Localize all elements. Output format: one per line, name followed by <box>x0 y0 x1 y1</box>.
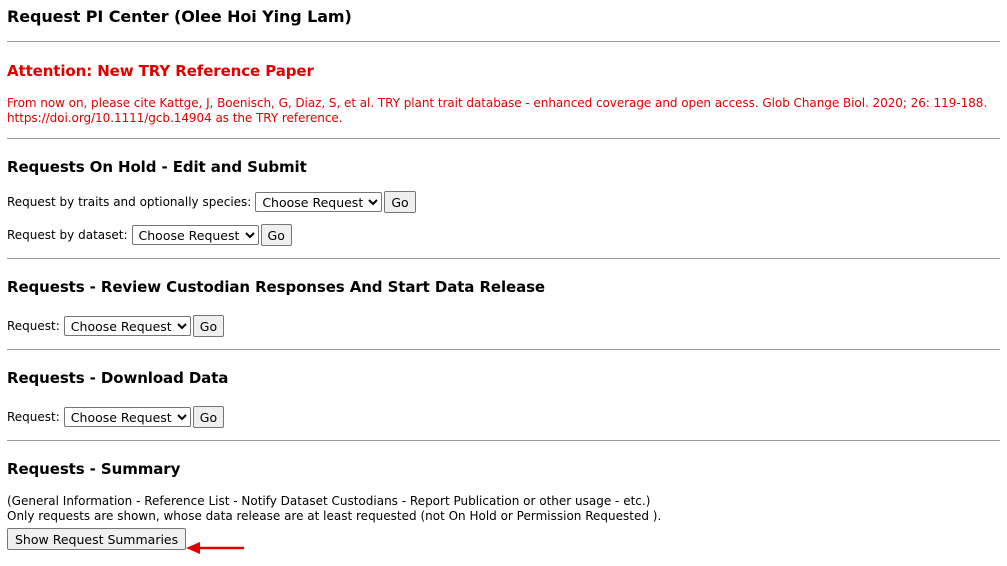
download-request-row: Request: Choose Request Go <box>7 406 1000 428</box>
dataset-request-select[interactable]: Choose Request <box>131 225 259 245</box>
review-request-row: Request: Choose Request Go <box>7 315 1000 337</box>
dataset-go-button[interactable]: Go <box>260 224 292 246</box>
on-hold-heading: Requests On Hold - Edit and Submit <box>7 158 307 176</box>
review-heading: Requests - Review Custodian Responses An… <box>7 278 546 296</box>
traits-request-row: Request by traits and optionally species… <box>7 191 1000 213</box>
download-heading: Requests - Download Data <box>7 369 229 387</box>
page-title: Request PI Center (Olee Hoi Ying Lam) <box>7 7 352 26</box>
download-request-select[interactable]: Choose Request <box>63 407 191 427</box>
summary-info-line: (General Information - Reference List - … <box>7 494 651 508</box>
dataset-request-label: Request by dataset: <box>7 228 128 242</box>
traits-request-select[interactable]: Choose Request <box>255 192 383 212</box>
traits-request-label: Request by traits and optionally species… <box>7 195 252 209</box>
review-request-select[interactable]: Choose Request <box>63 316 191 336</box>
download-go-button[interactable]: Go <box>192 406 225 428</box>
download-request-label: Request: <box>7 410 60 424</box>
summary-heading: Requests - Summary <box>7 460 181 478</box>
dataset-request-row: Request by dataset: Choose Request Go <box>7 224 1000 246</box>
show-request-summaries-button[interactable]: Show Request Summaries <box>7 528 187 550</box>
attention-heading: Attention: New TRY Reference Paper <box>7 62 314 80</box>
red-arrow-icon <box>186 542 244 554</box>
traits-go-button[interactable]: Go <box>384 191 416 213</box>
review-go-button[interactable]: Go <box>192 315 225 337</box>
review-request-label: Request: <box>7 319 60 333</box>
summary-note-line: Only requests are shown, whose data rele… <box>7 509 662 523</box>
attention-text: From now on, please cite Kattge, J, Boen… <box>7 96 988 125</box>
